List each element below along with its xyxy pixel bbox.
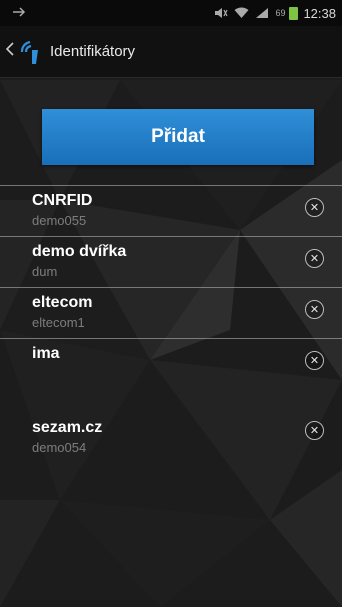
add-button[interactable]: Přidat (42, 109, 314, 165)
identifier-name: sezam.cz (32, 419, 103, 436)
identifier-name: demo dvířka (32, 243, 127, 260)
list-item[interactable]: CNRFID demo055 ✕ (0, 185, 342, 236)
delete-icon[interactable]: ✕ (305, 421, 324, 440)
clock: 12:38 (303, 5, 336, 21)
identifier-name: ima (32, 345, 60, 362)
identifier-subtitle: demo055 (32, 213, 87, 228)
identifier-subtitle: eltecom1 (32, 315, 85, 330)
mute-icon (214, 7, 228, 19)
delete-icon[interactable]: ✕ (305, 300, 324, 319)
list-item[interactable]: sezam.cz demo054 ✕ (0, 389, 342, 459)
list-item[interactable]: eltecom eltecom1 ✕ (0, 287, 342, 338)
battery-percent: 69 (275, 8, 286, 18)
delete-icon[interactable]: ✕ (305, 198, 324, 217)
wifi-icon (234, 7, 249, 19)
identifier-name: CNRFID (32, 192, 93, 209)
identifier-name: eltecom (32, 294, 93, 311)
action-bar: Identifikátory (0, 26, 342, 78)
nfc-signal-icon[interactable] (18, 38, 42, 66)
identifier-subtitle: demo054 (32, 440, 87, 455)
identifier-list: CNRFID demo055 ✕ demo dvířka dum ✕ eltec… (0, 185, 342, 459)
battery-icon (289, 6, 299, 20)
usb-icon (12, 6, 26, 21)
list-item[interactable]: demo dvířka dum ✕ (0, 236, 342, 287)
page-title: Identifikátory (50, 43, 136, 60)
chevron-left-icon[interactable] (5, 42, 14, 61)
delete-icon[interactable]: ✕ (305, 351, 324, 370)
identifier-subtitle: dum (32, 264, 58, 279)
delete-icon[interactable]: ✕ (305, 249, 324, 268)
list-item[interactable]: ima ✕ (0, 338, 342, 389)
signal-icon (255, 7, 269, 19)
status-bar: 69 12:38 (0, 0, 342, 26)
